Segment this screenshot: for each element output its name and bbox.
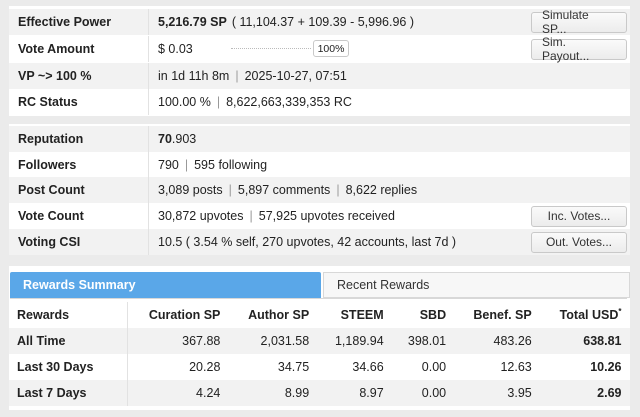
effective-power-value-group: 5,216.79 SP ( 11,104.37 + 109.39 - 5,996… bbox=[158, 9, 414, 35]
author-sp-cell: 34.75 bbox=[277, 360, 310, 374]
profile-stats-panel: Reputation 70.903 Followers 790 | 595 fo… bbox=[9, 124, 630, 255]
vote-weight-percent: 100% bbox=[313, 40, 349, 57]
separator: | bbox=[235, 69, 239, 83]
reputation-row: Reputation 70.903 bbox=[9, 126, 630, 152]
vp-datetime: 2025-10-27, 07:51 bbox=[244, 69, 347, 83]
rc-amount: 8,622,663,339,353 RC bbox=[226, 95, 352, 109]
steem-cell: 34.66 bbox=[352, 360, 384, 374]
vp-row: VP ~> 100 % in 1d 11h 8m | 2025-10-27, 0… bbox=[9, 63, 630, 89]
column-header: SBD bbox=[419, 308, 447, 322]
benef-sp-cell: 483.26 bbox=[493, 334, 532, 348]
effective-power-label: Effective Power bbox=[9, 9, 149, 35]
author-sp-cell: 2,031.58 bbox=[260, 334, 310, 348]
sim-payout-button[interactable]: Sim. Payout... bbox=[531, 35, 627, 63]
vote-amount-label: Vote Amount bbox=[9, 36, 149, 62]
simulate-sp-button[interactable]: Simulate SP... bbox=[531, 8, 627, 36]
comments-count: 5,897 comments bbox=[237, 183, 331, 197]
vote-count-value-group: 30,872 upvotes | 57,925 upvotes received bbox=[158, 203, 395, 229]
curation-sp-cell: 20.28 bbox=[189, 360, 221, 374]
total-usd-cell: 10.26 bbox=[590, 360, 622, 374]
period-cell: Last 30 Days bbox=[9, 354, 128, 380]
rewards-summary-table: Rewards Curation SP Author SP STEEM SBD … bbox=[9, 302, 630, 406]
reputation-value: 70.903 bbox=[158, 126, 196, 152]
inc-votes-button[interactable]: Inc. Votes... bbox=[531, 205, 627, 227]
following-count: 595 following bbox=[194, 158, 268, 172]
posts-count: 3,089 posts bbox=[158, 183, 223, 197]
post-count-value-group: 3,089 posts | 5,897 comments | 8,622 rep… bbox=[158, 177, 417, 203]
column-header: Benef. SP bbox=[473, 308, 532, 322]
benef-sp-cell: 3.95 bbox=[507, 386, 532, 400]
followers-value-group: 790 | 595 following bbox=[158, 152, 267, 178]
post-count-label: Post Count bbox=[9, 177, 149, 203]
replies-count: 8,622 replies bbox=[345, 183, 418, 197]
vp-label: VP ~> 100 % bbox=[9, 63, 149, 89]
vote-weight-slider[interactable]: 100% bbox=[231, 40, 349, 58]
voting-csi-row: Voting CSI 10.5 ( 3.54 % self, 270 upvot… bbox=[9, 229, 630, 255]
post-count-row: Post Count 3,089 posts | 5,897 comments … bbox=[9, 177, 630, 203]
column-header: Curation SP bbox=[148, 308, 221, 322]
separator: | bbox=[336, 183, 340, 197]
steem-cell: 8.97 bbox=[359, 386, 384, 400]
column-header: Rewards bbox=[9, 302, 128, 328]
voting-csi-label: Voting CSI bbox=[9, 229, 149, 255]
column-header: STEEM bbox=[340, 308, 384, 322]
vp-value-group: in 1d 11h 8m | 2025-10-27, 07:51 bbox=[158, 63, 347, 89]
rc-percent: 100.00 % bbox=[158, 95, 211, 109]
author-sp-cell: 8.99 bbox=[284, 386, 310, 400]
rewards-tabs: Rewards Summary Recent Rewards bbox=[10, 272, 630, 299]
upvotes-count: 30,872 upvotes bbox=[158, 209, 244, 223]
vote-count-row: Vote Count 30,872 upvotes | 57,925 upvot… bbox=[9, 203, 630, 229]
followers-count: 790 bbox=[158, 158, 179, 172]
table-row: All Time 367.88 2,031.58 1,189.94 398.01… bbox=[9, 328, 630, 354]
tab-recent-rewards[interactable]: Recent Rewards bbox=[323, 272, 630, 298]
table-row: Last 30 Days 20.28 34.75 34.66 0.00 12.6… bbox=[9, 354, 630, 380]
curation-sp-cell: 367.88 bbox=[182, 334, 221, 348]
separator: | bbox=[228, 183, 232, 197]
upvotes-received-count: 57,925 upvotes received bbox=[258, 209, 395, 223]
benef-sp-cell: 12.63 bbox=[500, 360, 532, 374]
separator: | bbox=[184, 158, 189, 172]
sbd-cell: 0.00 bbox=[421, 386, 447, 400]
effective-power-value: 5,216.79 SP bbox=[158, 15, 227, 29]
sbd-cell: 0.00 bbox=[421, 360, 447, 374]
table-header-row: Rewards Curation SP Author SP STEEM SBD … bbox=[9, 302, 630, 328]
period-cell: Last 7 Days bbox=[9, 380, 128, 406]
total-usd-header: Total USD bbox=[559, 308, 619, 323]
vote-amount-value: $ 0.03 bbox=[158, 42, 193, 56]
reputation-label: Reputation bbox=[9, 126, 149, 152]
column-header-total: Total USD* bbox=[540, 302, 630, 328]
vote-count-label: Vote Count bbox=[9, 203, 149, 229]
rc-status-label: RC Status bbox=[9, 89, 149, 115]
sbd-cell: 398.01 bbox=[407, 334, 447, 348]
separator: | bbox=[249, 209, 253, 223]
total-usd-cell: 2.69 bbox=[597, 386, 622, 400]
period-cell: All Time bbox=[9, 328, 128, 354]
rc-status-value-group: 100.00 % | 8,622,663,339,353 RC bbox=[158, 89, 352, 115]
rewards-panel: Rewards Summary Recent Rewards Rewards C… bbox=[9, 266, 630, 410]
account-power-panel: Effective Power 5,216.79 SP ( 11,104.37 … bbox=[9, 6, 630, 116]
vp-eta: in 1d 11h 8m bbox=[158, 69, 230, 83]
out-votes-button[interactable]: Out. Votes... bbox=[531, 231, 627, 253]
total-usd-footnote-marker: * bbox=[618, 307, 622, 317]
total-usd-cell: 638.81 bbox=[583, 334, 622, 348]
reputation-major: 70 bbox=[158, 132, 172, 146]
voting-csi-value: 10.5 ( 3.54 % self, 270 upvotes, 42 acco… bbox=[158, 235, 457, 249]
vote-weight-slider-track[interactable] bbox=[231, 48, 311, 51]
reputation-minor: .903 bbox=[171, 132, 197, 146]
followers-label: Followers bbox=[9, 152, 149, 178]
vote-amount-row: Vote Amount $ 0.03 100% Sim. Payout... bbox=[9, 35, 630, 63]
column-header: Author SP bbox=[248, 308, 310, 322]
rc-status-row: RC Status 100.00 % | 8,622,663,339,353 R… bbox=[9, 89, 630, 115]
tab-rewards-summary[interactable]: Rewards Summary bbox=[10, 272, 321, 298]
curation-sp-cell: 4.24 bbox=[196, 386, 221, 400]
separator: | bbox=[216, 95, 221, 109]
followers-row: Followers 790 | 595 following bbox=[9, 152, 630, 178]
effective-power-row: Effective Power 5,216.79 SP ( 11,104.37 … bbox=[9, 8, 630, 36]
steem-cell: 1,189.94 bbox=[334, 334, 384, 348]
table-row: Last 7 Days 4.24 8.99 8.97 0.00 3.95 2.6… bbox=[9, 380, 630, 406]
effective-power-detail: ( 11,104.37 + 109.39 - 5,996.96 ) bbox=[231, 15, 415, 29]
